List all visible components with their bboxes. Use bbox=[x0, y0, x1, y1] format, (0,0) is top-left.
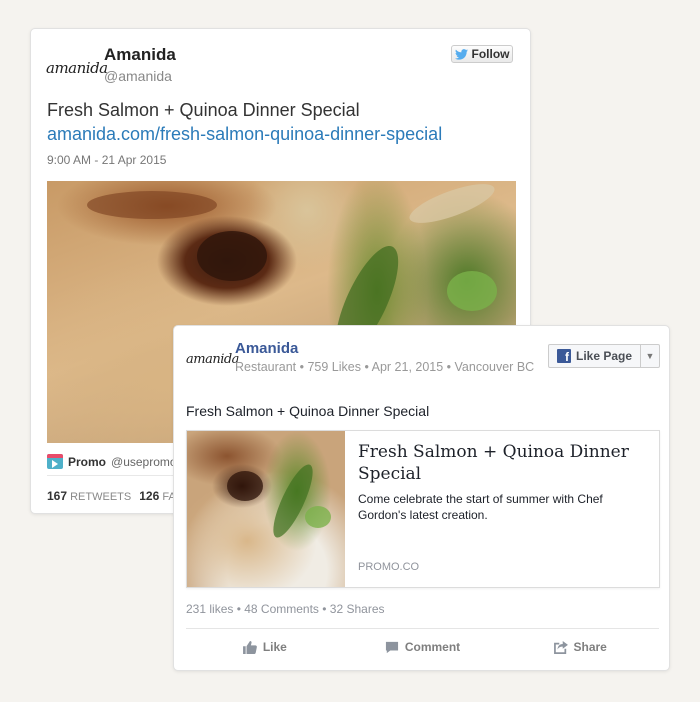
tweet-text: Fresh Salmon + Quinoa Dinner Special bbox=[47, 100, 360, 120]
thumbs-up-icon bbox=[242, 640, 257, 654]
facebook-post-card: amanida Amanida Restaurant • 759 Likes •… bbox=[173, 325, 670, 671]
tweet-timestamp[interactable]: 9:00 AM - 21 Apr 2015 bbox=[47, 153, 166, 167]
comment-action-label: Comment bbox=[404, 640, 461, 654]
promo-attribution[interactable]: Promo @usepromo bbox=[47, 454, 177, 469]
link-attachment[interactable]: Fresh Salmon + Quinoa Dinner Special Com… bbox=[186, 430, 660, 588]
post-actions: Like Comment Share bbox=[186, 640, 659, 654]
promo-icon bbox=[47, 454, 63, 469]
retweets-stat[interactable]: 167 RETWEETS bbox=[47, 489, 131, 503]
page-name[interactable]: Amanida bbox=[235, 340, 298, 357]
attachment-food-photo bbox=[187, 431, 345, 587]
tweet-author-name[interactable]: Amanida bbox=[104, 45, 176, 65]
post-text: Fresh Salmon + Quinoa Dinner Special bbox=[186, 403, 430, 419]
dropdown-caret-icon[interactable]: ▼ bbox=[640, 345, 659, 367]
attachment-title[interactable]: Fresh Salmon + Quinoa Dinner Special bbox=[358, 441, 648, 485]
promo-handle: @usepromo bbox=[111, 454, 177, 469]
like-action-button[interactable]: Like bbox=[186, 640, 344, 654]
comment-action-button[interactable]: Comment bbox=[344, 640, 502, 654]
facebook-f-icon: f bbox=[557, 349, 571, 363]
amanida-logo: amanida bbox=[46, 59, 108, 77]
like-page-label: Like Page bbox=[576, 349, 633, 363]
like-page-button[interactable]: f Like Page ▼ bbox=[548, 344, 660, 368]
share-action-label: Share bbox=[573, 640, 607, 654]
promo-label: Promo bbox=[68, 454, 107, 469]
tweet-link[interactable]: amanida.com/fresh-salmon-quinoa-dinner-s… bbox=[47, 124, 442, 145]
tweet-stats: 167 RETWEETS 126 FAVO bbox=[47, 489, 191, 503]
share-action-button[interactable]: Share bbox=[501, 640, 659, 654]
engagement-counts[interactable]: 231 likes • 48 Comments • 32 Shares bbox=[186, 602, 385, 616]
twitter-bird-icon bbox=[454, 48, 468, 60]
attachment-description: Come celebrate the start of summer with … bbox=[358, 492, 603, 522]
tweet-author-handle[interactable]: @amanida bbox=[104, 68, 172, 84]
comment-icon bbox=[385, 641, 398, 653]
attachment-domain: PROMO.CO bbox=[358, 561, 420, 573]
like-action-label: Like bbox=[262, 640, 287, 654]
follow-button[interactable]: Follow bbox=[451, 45, 513, 63]
amanida-logo: amanida bbox=[186, 352, 239, 367]
follow-label: Follow bbox=[471, 47, 510, 61]
actions-divider bbox=[186, 628, 659, 629]
share-icon bbox=[553, 640, 568, 654]
page-meta: Restaurant • 759 Likes • Apr 21, 2015 • … bbox=[235, 360, 535, 374]
